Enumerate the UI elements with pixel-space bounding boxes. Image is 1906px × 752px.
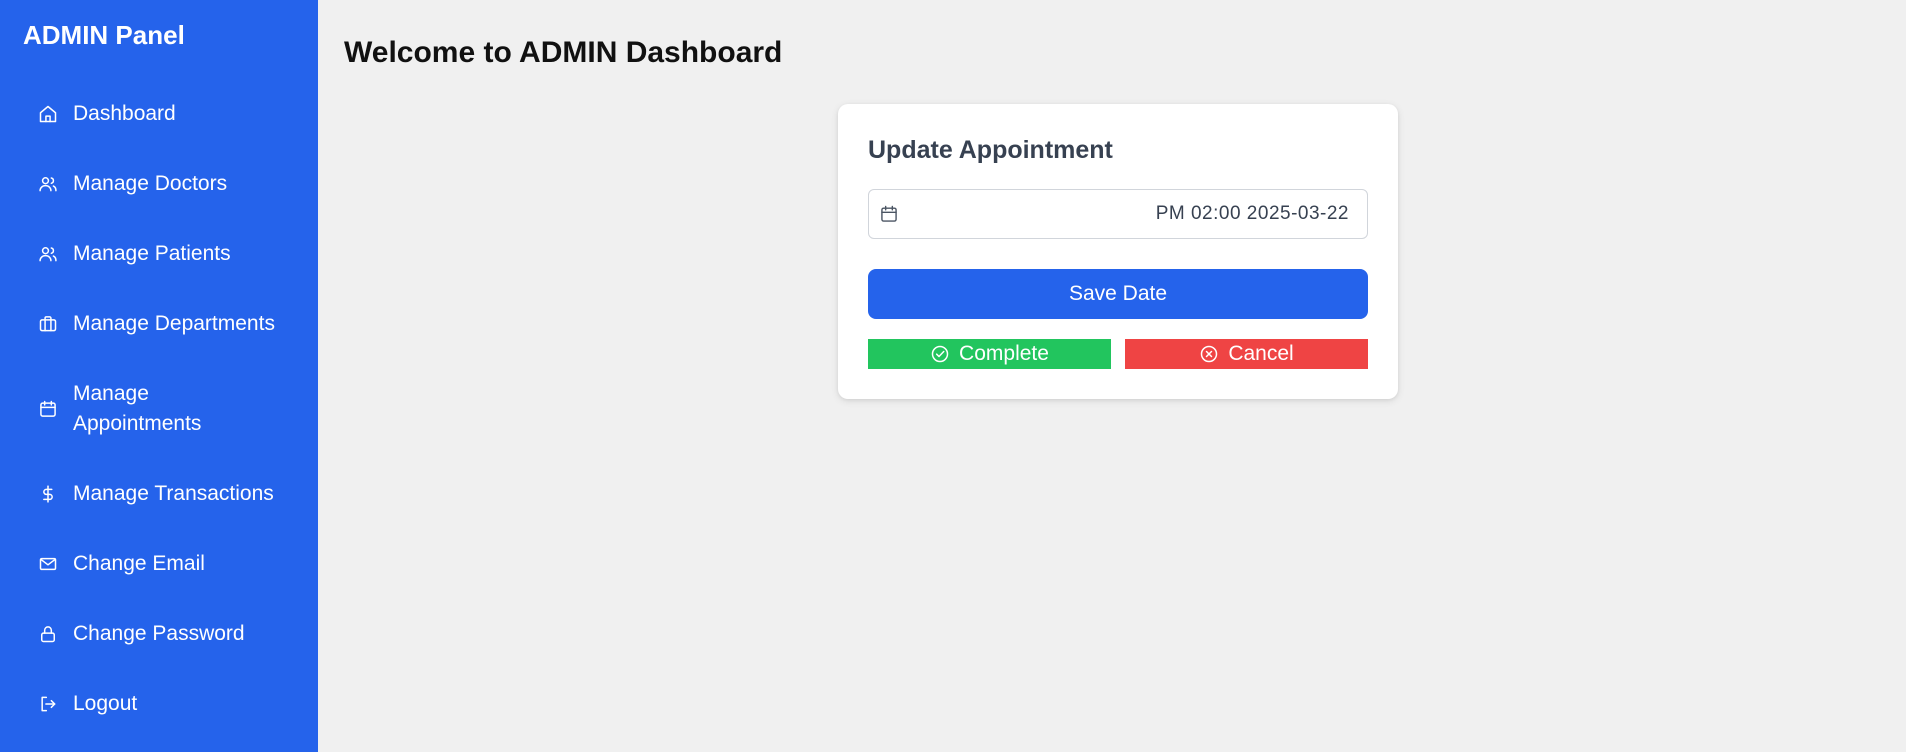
sidebar-item-label: Manage Doctors (73, 172, 228, 195)
brand-title: ADMIN Panel (23, 20, 185, 50)
briefcase-icon (38, 314, 58, 334)
cancel-button-label: Cancel (1228, 342, 1294, 365)
appointment-date-input[interactable] (909, 191, 1349, 237)
sidebar: ADMIN Panel Dashboard Manage Doctors Man… (0, 0, 318, 752)
sidebar-item-manage-appointments[interactable]: Manage Appointments (38, 379, 298, 439)
users-icon (38, 174, 58, 194)
cancel-button[interactable]: Cancel (1125, 339, 1368, 369)
sidebar-item-label: Manage Appointments (73, 382, 202, 435)
complete-button[interactable]: Complete (868, 339, 1111, 369)
sidebar-item-change-password[interactable]: Change Password (38, 619, 298, 649)
calendar-icon (38, 399, 58, 419)
lock-icon (38, 624, 58, 644)
sidebar-item-logout[interactable]: Logout (38, 689, 298, 719)
mail-icon (38, 554, 58, 574)
main-content: Welcome to ADMIN Dashboard Update Appoin… (318, 0, 1906, 752)
dollar-icon (38, 484, 58, 504)
sidebar-item-manage-doctors[interactable]: Manage Doctors (38, 169, 298, 199)
sidebar-item-label: Manage Transactions (73, 482, 274, 505)
save-date-button[interactable]: Save Date (868, 269, 1368, 319)
check-circle-icon (930, 344, 950, 364)
x-circle-icon (1199, 344, 1219, 364)
page-title: Welcome to ADMIN Dashboard (344, 36, 783, 69)
sidebar-item-label: Manage Departments (73, 312, 275, 335)
sidebar-item-manage-transactions[interactable]: Manage Transactions (38, 479, 298, 509)
sidebar-item-label: Change Email (73, 552, 205, 575)
update-appointment-card: Update Appointment Save Date Complete Ca… (838, 104, 1398, 399)
sidebar-item-label: Dashboard (73, 102, 176, 125)
sidebar-item-label: Change Password (73, 622, 245, 645)
sidebar-item-change-email[interactable]: Change Email (38, 549, 298, 579)
appointment-date-field[interactable] (868, 189, 1368, 239)
sidebar-item-manage-departments[interactable]: Manage Departments (38, 309, 298, 339)
calendar-icon[interactable] (879, 204, 899, 224)
users-icon (38, 244, 58, 264)
sidebar-item-dashboard[interactable]: Dashboard (38, 99, 298, 129)
complete-button-label: Complete (959, 342, 1049, 365)
card-title: Update Appointment (868, 136, 1113, 164)
sidebar-item-label: Logout (73, 692, 138, 715)
sidebar-item-label: Manage Patients (73, 242, 231, 265)
sidebar-item-manage-patients[interactable]: Manage Patients (38, 239, 298, 269)
home-icon (38, 104, 58, 124)
logout-icon (38, 694, 58, 714)
